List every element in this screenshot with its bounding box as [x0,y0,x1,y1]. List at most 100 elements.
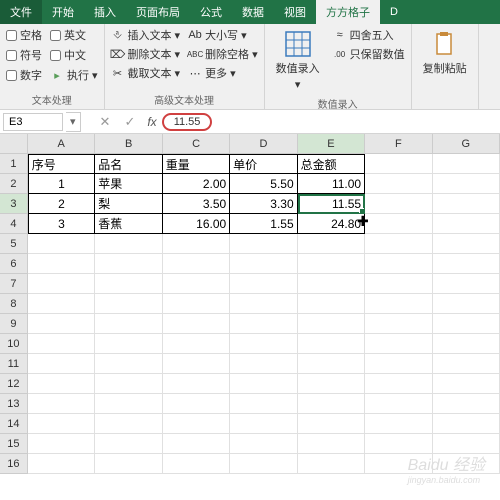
btn-number-entry[interactable]: 数值录入 ▾ [271,27,325,94]
col-header-A[interactable]: A [28,134,95,154]
cell[interactable] [95,414,162,434]
row-header[interactable]: 1 [0,154,28,174]
cell[interactable] [433,294,500,314]
col-header-D[interactable]: D [230,134,297,154]
cell[interactable] [28,274,95,294]
cell[interactable] [230,314,297,334]
cell[interactable] [28,454,95,474]
btn-execute[interactable]: ▸执行 ▾ [50,67,98,83]
cell[interactable] [365,314,432,334]
row-header[interactable]: 12 [0,374,28,394]
row-header[interactable]: 13 [0,394,28,414]
cell[interactable] [365,194,432,214]
btn-copy-paste[interactable]: 复制粘贴 [418,27,472,105]
cell[interactable] [163,414,230,434]
btn-cut-text[interactable]: ✂截取文本 ▾ [111,65,181,81]
cell[interactable] [95,274,162,294]
cell[interactable]: 24.80 [298,214,365,234]
cell[interactable] [163,314,230,334]
btn-round[interactable]: ≈四舍五入 [333,27,405,43]
cell[interactable] [95,374,162,394]
cell[interactable] [298,254,365,274]
tab-insert[interactable]: 插入 [84,0,126,24]
cell[interactable] [95,254,162,274]
cell[interactable] [28,354,95,374]
tab-file[interactable]: 文件 [0,0,42,24]
cell[interactable]: 香蕉 [95,214,162,234]
row-header[interactable]: 16 [0,454,28,474]
cell[interactable] [433,174,500,194]
tab-formula[interactable]: 公式 [190,0,232,24]
cell[interactable] [298,354,365,374]
col-header-B[interactable]: B [95,134,162,154]
row-header[interactable]: 9 [0,314,28,334]
cell[interactable] [365,274,432,294]
cell[interactable]: 3.50 [163,194,230,214]
select-all-corner[interactable] [0,134,28,154]
row-header[interactable]: 5 [0,234,28,254]
cell[interactable] [365,154,432,174]
row-header[interactable]: 15 [0,434,28,454]
cell[interactable]: 3 [28,214,95,234]
cell[interactable] [365,434,432,454]
cell[interactable] [365,174,432,194]
cell[interactable] [365,394,432,414]
cell[interactable] [298,274,365,294]
cell[interactable] [163,294,230,314]
cell[interactable] [28,374,95,394]
tab-home[interactable]: 开始 [42,0,84,24]
tab-ffgz[interactable]: 方方格子 [316,0,380,24]
cell[interactable]: 1.55 [230,214,297,234]
cell[interactable] [95,314,162,334]
cell[interactable] [298,294,365,314]
cell[interactable] [230,234,297,254]
cell[interactable] [298,454,365,474]
cell[interactable] [298,334,365,354]
row-header[interactable]: 11 [0,354,28,374]
cell[interactable] [28,314,95,334]
cell[interactable]: 梨 [95,194,162,214]
cell[interactable] [365,374,432,394]
cell[interactable] [28,394,95,414]
tab-data[interactable]: 数据 [232,0,274,24]
cell[interactable] [433,254,500,274]
fx-icon[interactable]: fx [142,115,161,129]
btn-more[interactable]: ⋯更多 ▾ [188,65,258,81]
chk-space[interactable]: 空格 [6,27,42,43]
col-header-E[interactable]: E [298,134,365,154]
cell[interactable]: 2 [28,194,95,214]
cell[interactable]: 单价 [230,154,297,174]
cell[interactable] [163,234,230,254]
cell[interactable] [433,154,500,174]
name-box[interactable] [3,113,63,131]
cell[interactable] [28,334,95,354]
cell[interactable] [365,454,432,474]
cell[interactable] [28,234,95,254]
row-header[interactable]: 14 [0,414,28,434]
cell[interactable] [163,354,230,374]
cell[interactable] [433,414,500,434]
cell[interactable] [230,334,297,354]
tab-view[interactable]: 视图 [274,0,316,24]
cell[interactable] [95,234,162,254]
cell[interactable] [433,334,500,354]
row-header[interactable]: 6 [0,254,28,274]
btn-case[interactable]: Ab大小写 ▾ [188,27,258,43]
chk-chinese[interactable]: 中文 [50,47,98,63]
cell[interactable] [298,374,365,394]
cell[interactable] [433,374,500,394]
cell[interactable] [433,434,500,454]
cell[interactable] [433,274,500,294]
col-header-F[interactable]: F [365,134,432,154]
cell[interactable] [298,434,365,454]
btn-keep-value[interactable]: .00只保留数值 [333,46,405,62]
cell[interactable]: 苹果 [95,174,162,194]
cell[interactable] [298,394,365,414]
cell[interactable]: 2.00 [163,174,230,194]
row-header[interactable]: 8 [0,294,28,314]
cell[interactable] [163,374,230,394]
cell[interactable] [433,214,500,234]
col-header-C[interactable]: C [163,134,230,154]
cell[interactable] [230,394,297,414]
cell[interactable] [230,434,297,454]
